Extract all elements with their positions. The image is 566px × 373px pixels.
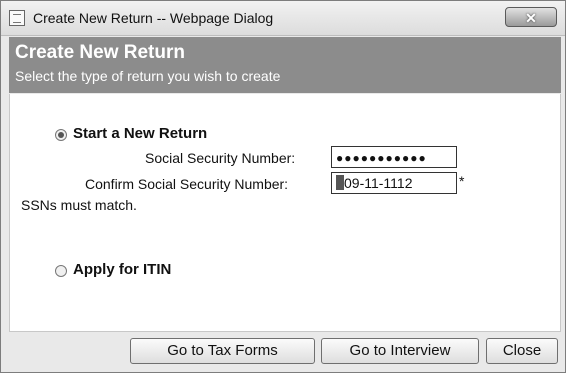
go-to-interview-button[interactable]: Go to Interview — [321, 338, 479, 364]
validation-message: SSNs must match. — [21, 197, 137, 213]
ssn-label: Social Security Number: — [145, 150, 296, 166]
apply-itin-radio[interactable] — [55, 265, 67, 277]
start-new-return-label[interactable]: Start a New Return — [73, 125, 207, 142]
window-close-button[interactable]: ✕ — [505, 7, 557, 27]
apply-itin-label[interactable]: Apply for ITIN — [73, 261, 171, 278]
title-bar[interactable]: Create New Return -- Webpage Dialog ✕ — [1, 1, 565, 36]
page-icon — [9, 10, 25, 26]
ssn-field[interactable]: ●●●●●●●●●●● — [331, 146, 457, 168]
text-cursor-highlight — [336, 175, 344, 190]
dialog-content: Start a New Return Social Security Numbe… — [9, 94, 561, 331]
window-title: Create New Return -- Webpage Dialog — [33, 10, 274, 26]
confirm-ssn-value: 09-11-1112 — [344, 175, 413, 191]
confirm-ssn-field[interactable]: 09-11-1112 — [331, 172, 457, 194]
go-to-tax-forms-button[interactable]: Go to Tax Forms — [130, 338, 315, 364]
required-marker: * — [459, 173, 465, 189]
confirm-ssn-label: Confirm Social Security Number: — [85, 176, 289, 192]
close-button[interactable]: Close — [486, 338, 558, 364]
dialog-subtitle: Select the type of return you wish to cr… — [15, 68, 281, 84]
dialog-header: Create New Return Select the type of ret… — [9, 37, 561, 93]
start-new-return-radio[interactable] — [55, 129, 67, 141]
ssn-masked-value: ●●●●●●●●●●● — [336, 151, 427, 165]
dialog-window: Create New Return -- Webpage Dialog ✕ Cr… — [0, 0, 566, 373]
dialog-title: Create New Return — [15, 42, 185, 63]
